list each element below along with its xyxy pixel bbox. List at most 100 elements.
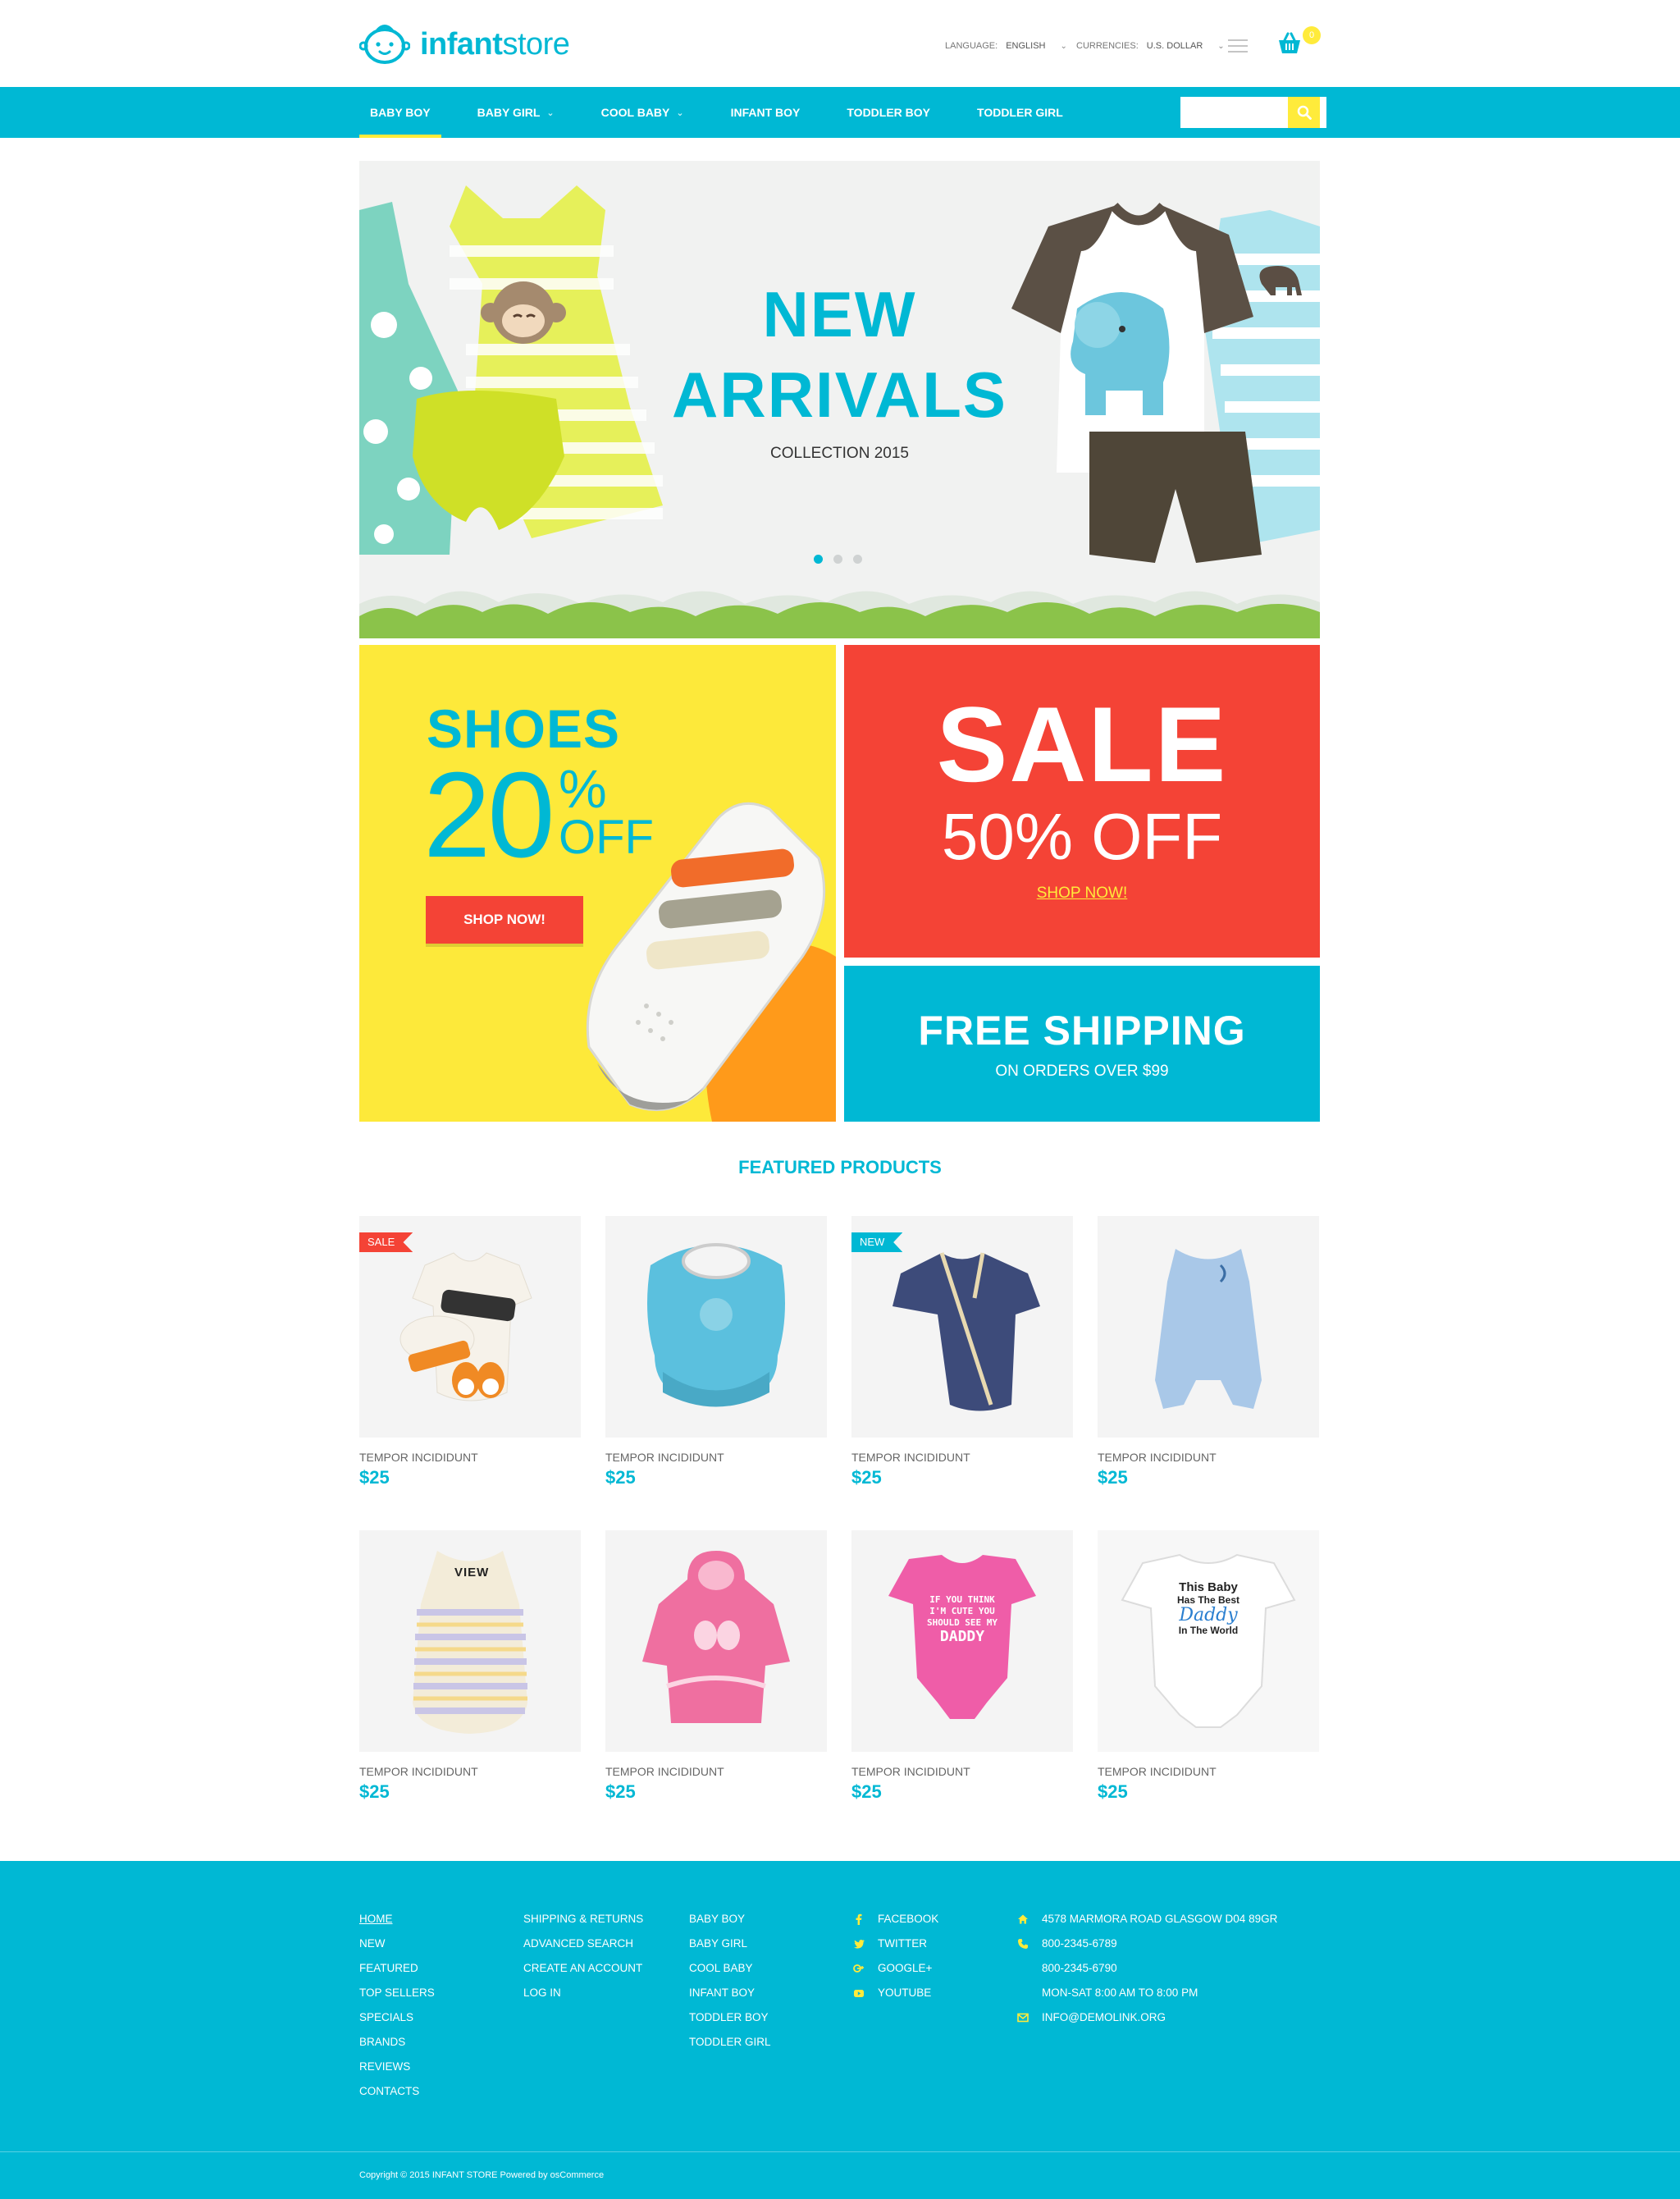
footer-link-create-account[interactable]: CREATE AN ACCOUNT bbox=[523, 1956, 643, 1981]
product-card[interactable]: NEW TEMPOR INCIDIDUNT $25 bbox=[851, 1216, 1073, 1488]
footer-social-google-plus[interactable]: GOOGLE+ bbox=[853, 1956, 938, 1981]
product-name[interactable]: TEMPOR INCIDIDUNT bbox=[1098, 1451, 1319, 1464]
product-name[interactable]: TEMPOR INCIDIDUNT bbox=[851, 1451, 1073, 1464]
currency-selector[interactable]: CURRENCIES: U.S. DOLLAR ⌄ bbox=[1076, 41, 1225, 51]
slide-subtitle: COLLECTION 2015 bbox=[770, 445, 909, 462]
sale-shop-now-link[interactable]: SHOP NOW! bbox=[844, 885, 1320, 903]
nav-item-infant-boy[interactable]: INFANT BOY bbox=[720, 87, 811, 138]
footer-link-baby-girl[interactable]: BABY GIRL bbox=[689, 1932, 771, 1956]
chevron-down-icon: ⌄ bbox=[676, 107, 684, 118]
product-card[interactable]: TEMPOR INCIDIDUNT $25 bbox=[605, 1530, 827, 1803]
footer-link-top-sellers[interactable]: TOP SELLERS bbox=[359, 1981, 435, 2005]
slide-title-line1: NEW bbox=[762, 278, 917, 350]
product-image[interactable]: This Baby Has The Best Daddy In The Worl… bbox=[1098, 1530, 1319, 1752]
product-price: $25 bbox=[1098, 1781, 1128, 1802]
slider-dot-2[interactable] bbox=[833, 555, 842, 564]
footer-link-brands[interactable]: BRANDS bbox=[359, 2030, 435, 2055]
product-price: $25 bbox=[605, 1781, 636, 1802]
language-value[interactable]: ENGLISH bbox=[1006, 41, 1045, 51]
menu-icon[interactable] bbox=[1228, 39, 1248, 54]
sale-promo-banner[interactable]: SALE 50% OFF SHOP NOW! bbox=[844, 645, 1320, 958]
footer-divider bbox=[0, 2151, 1680, 2152]
free-shipping-subtitle: ON ORDERS OVER $99 bbox=[995, 1063, 1169, 1080]
footer-social-links: FACEBOOK TWITTER GOOGLE+ YOUTUBE bbox=[853, 1907, 938, 2005]
site-logo[interactable]: infantstore bbox=[359, 21, 570, 67]
product-name[interactable]: TEMPOR INCIDIDUNT bbox=[605, 1451, 827, 1464]
youtube-icon bbox=[854, 1990, 864, 1997]
product-image[interactable] bbox=[359, 1530, 581, 1752]
product-card[interactable]: SALE TEMPOR INCIDIDUNT $25 bbox=[359, 1216, 581, 1488]
slider-pagination bbox=[814, 555, 862, 564]
shop-now-button[interactable]: SHOP NOW! bbox=[426, 896, 583, 944]
footer-link-toddler-girl[interactable]: TODDLER GIRL bbox=[689, 2030, 771, 2055]
search-button[interactable] bbox=[1288, 97, 1320, 128]
product-image[interactable]: NEW bbox=[851, 1216, 1073, 1438]
footer-social-facebook[interactable]: FACEBOOK bbox=[853, 1907, 938, 1932]
footer-link-shipping-returns[interactable]: SHIPPING & RETURNS bbox=[523, 1907, 643, 1932]
nav-item-toddler-boy[interactable]: TODDLER BOY bbox=[836, 87, 941, 138]
product-image[interactable] bbox=[1098, 1216, 1319, 1438]
footer-phone-2[interactable]: 800-2345-6790 bbox=[1017, 1956, 1277, 1981]
chevron-down-icon: ⌄ bbox=[546, 107, 555, 118]
language-selector[interactable]: LANGUAGE: ENGLISH ⌄ bbox=[945, 41, 1067, 51]
footer-link-toddler-boy[interactable]: TODDLER BOY bbox=[689, 2005, 771, 2030]
footer-link-reviews[interactable]: REVIEWS bbox=[359, 2055, 435, 2079]
currencies-label: CURRENCIES: bbox=[1076, 41, 1139, 51]
product-image[interactable]: IF YOU THINK I'M CUTE YOU SHOULD SEE MY … bbox=[851, 1530, 1073, 1752]
currency-value[interactable]: U.S. DOLLAR bbox=[1147, 41, 1203, 51]
footer-link-advanced-search[interactable]: ADVANCED SEARCH bbox=[523, 1932, 643, 1956]
nav-item-baby-boy[interactable]: BABY BOY bbox=[359, 87, 441, 138]
home-icon bbox=[1018, 1914, 1028, 1924]
nav-item-cool-baby[interactable]: COOL BABY ⌄ bbox=[591, 87, 695, 138]
footer-phone-1[interactable]: 800-2345-6789 bbox=[1017, 1932, 1277, 1956]
footer-link-new[interactable]: NEW bbox=[359, 1932, 435, 1956]
product-card[interactable]: TEMPOR INCIDIDUNT $25 bbox=[1098, 1216, 1319, 1488]
quick-view-label[interactable]: VIEW bbox=[454, 1566, 489, 1580]
sale-title: SALE bbox=[936, 684, 1228, 804]
product-image[interactable]: SALE bbox=[359, 1216, 581, 1438]
product-image[interactable] bbox=[605, 1530, 827, 1752]
nav-item-toddler-girl[interactable]: TODDLER GIRL bbox=[966, 87, 1074, 138]
footer-link-featured[interactable]: FEATURED bbox=[359, 1956, 435, 1981]
slider-dot-1[interactable] bbox=[814, 555, 823, 564]
product-name[interactable]: TEMPOR INCIDIDUNT bbox=[1098, 1765, 1319, 1778]
footer-link-specials[interactable]: SPECIALS bbox=[359, 2005, 435, 2030]
sale-discount: 50% OFF bbox=[941, 800, 1223, 873]
facebook-icon bbox=[856, 1913, 862, 1925]
cart-icon[interactable] bbox=[1276, 31, 1303, 56]
chevron-down-icon: ⌄ bbox=[1060, 41, 1067, 51]
footer-email[interactable]: INFO@DEMOLINK.ORG bbox=[1017, 2005, 1277, 2030]
envelope-icon bbox=[1017, 2013, 1029, 2023]
footer-hours: MON-SAT 8:00 AM TO 8:00 PM bbox=[1042, 1986, 1198, 1999]
product-price: $25 bbox=[1098, 1467, 1128, 1488]
footer-social-twitter[interactable]: TWITTER bbox=[853, 1932, 938, 1956]
footer-link-cool-baby[interactable]: COOL BABY bbox=[689, 1956, 771, 1981]
footer-link-infant-boy[interactable]: INFANT BOY bbox=[689, 1981, 771, 2005]
product-card[interactable]: This Baby Has The Best Daddy In The Worl… bbox=[1098, 1530, 1319, 1803]
product-name[interactable]: TEMPOR INCIDIDUNT bbox=[359, 1765, 581, 1778]
free-shipping-title: FREE SHIPPING bbox=[918, 1008, 1246, 1054]
product-image[interactable] bbox=[605, 1216, 827, 1438]
shoes-discount-off: OFF bbox=[559, 811, 654, 864]
footer-link-baby-boy[interactable]: BABY BOY bbox=[689, 1907, 771, 1932]
product-name[interactable]: TEMPOR INCIDIDUNT bbox=[359, 1451, 581, 1464]
product-price: $25 bbox=[359, 1781, 390, 1802]
product-card[interactable]: IF YOU THINK I'M CUTE YOU SHOULD SEE MY … bbox=[851, 1530, 1073, 1803]
product-name[interactable]: TEMPOR INCIDIDUNT bbox=[851, 1765, 1073, 1778]
product-name[interactable]: TEMPOR INCIDIDUNT bbox=[605, 1765, 827, 1778]
baby-face-icon bbox=[359, 25, 410, 64]
footer-address: 4578 MARMORA ROAD GLASGOW D04 89GR bbox=[1017, 1907, 1277, 1932]
nav-item-baby-girl[interactable]: BABY GIRL ⌄ bbox=[467, 87, 565, 138]
free-shipping-banner[interactable]: FREE SHIPPING ON ORDERS OVER $99 bbox=[844, 966, 1320, 1122]
footer-account-links: SHIPPING & RETURNS ADVANCED SEARCH CREAT… bbox=[523, 1907, 643, 2005]
phone-icon bbox=[1018, 1939, 1028, 1949]
product-card[interactable]: TEMPOR INCIDIDUNT $25 bbox=[605, 1216, 827, 1488]
footer-social-youtube[interactable]: YOUTUBE bbox=[853, 1981, 938, 2005]
footer-link-home[interactable]: HOME bbox=[359, 1907, 435, 1932]
product-price: $25 bbox=[605, 1467, 636, 1488]
shoes-promo-banner[interactable]: SHOES 20 % OFF SHOP NOW! bbox=[359, 645, 836, 1122]
footer-link-contacts[interactable]: CONTACTS bbox=[359, 2079, 435, 2104]
slider-dot-3[interactable] bbox=[853, 555, 862, 564]
footer-link-log-in[interactable]: LOG IN bbox=[523, 1981, 643, 2005]
hero-slider[interactable]: NEW ARRIVALS COLLECTION 2015 bbox=[359, 161, 1320, 638]
